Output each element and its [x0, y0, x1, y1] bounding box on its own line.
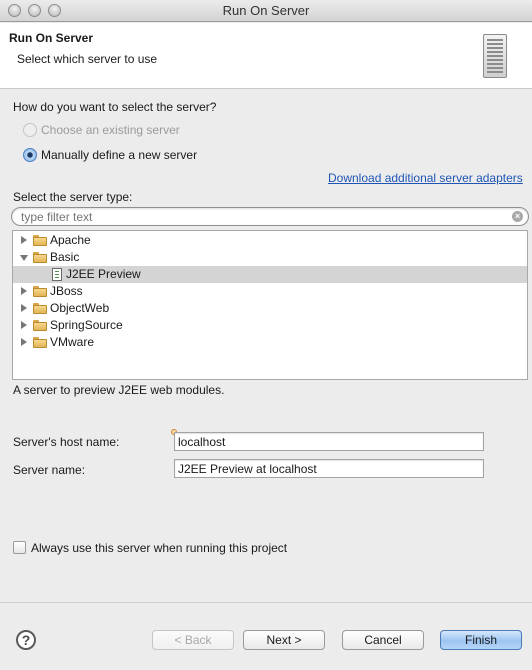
finish-button[interactable]: Finish [440, 630, 522, 650]
server-name-label: Server name: [13, 463, 86, 477]
host-name-input[interactable] [178, 434, 480, 449]
wizard-title: Run On Server [9, 31, 94, 45]
expand-arrow-icon[interactable] [21, 321, 27, 329]
download-adapters-link[interactable]: Download additional server adapters [328, 171, 523, 185]
folder-icon [33, 337, 47, 348]
filter-field[interactable]: × [11, 207, 529, 226]
wizard-header: Run On Server Select which server to use [0, 23, 532, 89]
server-file-icon [52, 268, 62, 281]
existing-server-label: Choose an existing server [41, 123, 180, 137]
folder-open-icon [33, 252, 47, 263]
tree-item-apache[interactable]: Apache [13, 232, 527, 249]
folder-icon [33, 235, 47, 246]
tree-item-springsource[interactable]: SpringSource [13, 317, 527, 334]
tree-item-j2ee-preview[interactable]: J2EE Preview [13, 266, 527, 283]
host-name-field[interactable] [174, 432, 484, 451]
collapse-arrow-icon[interactable] [20, 255, 28, 261]
selection-question: How do you want to select the server? [13, 100, 217, 114]
server-icon [483, 34, 507, 78]
always-use-label: Always use this server when running this… [31, 541, 288, 555]
expand-arrow-icon[interactable] [21, 287, 27, 295]
tree-item-vmware[interactable]: VMware [13, 334, 527, 351]
wizard-subtitle: Select which server to use [17, 52, 158, 66]
tree-item-label: J2EE Preview [66, 267, 141, 281]
clear-filter-icon[interactable]: × [512, 211, 523, 222]
server-type-label: Select the server type: [13, 190, 133, 204]
expand-arrow-icon[interactable] [21, 338, 27, 346]
next-button[interactable]: Next > [243, 630, 325, 650]
tree-item-label: ObjectWeb [50, 301, 110, 315]
host-name-label: Server's host name: [13, 435, 120, 449]
folder-icon [33, 286, 47, 297]
tree-item-objectweb[interactable]: ObjectWeb [13, 300, 527, 317]
title-bar: Run On Server [0, 0, 532, 22]
server-type-tree[interactable]: Apache Basic J2EE Preview JBoss ObjectWe… [12, 230, 528, 380]
tree-item-label: Apache [50, 233, 91, 247]
folder-icon [33, 303, 47, 314]
new-server-label: Manually define a new server [41, 148, 198, 162]
window-title: Run On Server [222, 3, 310, 18]
back-button[interactable]: < Back [152, 630, 234, 650]
folder-icon [33, 320, 47, 331]
tree-item-label: Basic [50, 250, 80, 264]
server-name-field[interactable] [174, 459, 484, 478]
existing-server-radio[interactable] [23, 123, 37, 137]
help-icon[interactable]: ? [16, 630, 36, 650]
expand-arrow-icon[interactable] [21, 236, 27, 244]
always-use-checkbox[interactable] [13, 541, 26, 554]
new-server-radio[interactable] [23, 148, 37, 162]
filter-input[interactable] [21, 209, 501, 224]
server-type-description: A server to preview J2EE web modules. [13, 383, 225, 397]
expand-arrow-icon[interactable] [21, 304, 27, 312]
cancel-button[interactable]: Cancel [342, 630, 424, 650]
server-name-input[interactable] [178, 461, 480, 476]
tree-item-jboss[interactable]: JBoss [13, 283, 527, 300]
tree-item-label: JBoss [50, 284, 83, 298]
tree-item-label: SpringSource [50, 318, 123, 332]
tree-item-label: VMware [50, 335, 95, 349]
tree-item-basic[interactable]: Basic [13, 249, 527, 266]
footer-divider [0, 602, 532, 603]
